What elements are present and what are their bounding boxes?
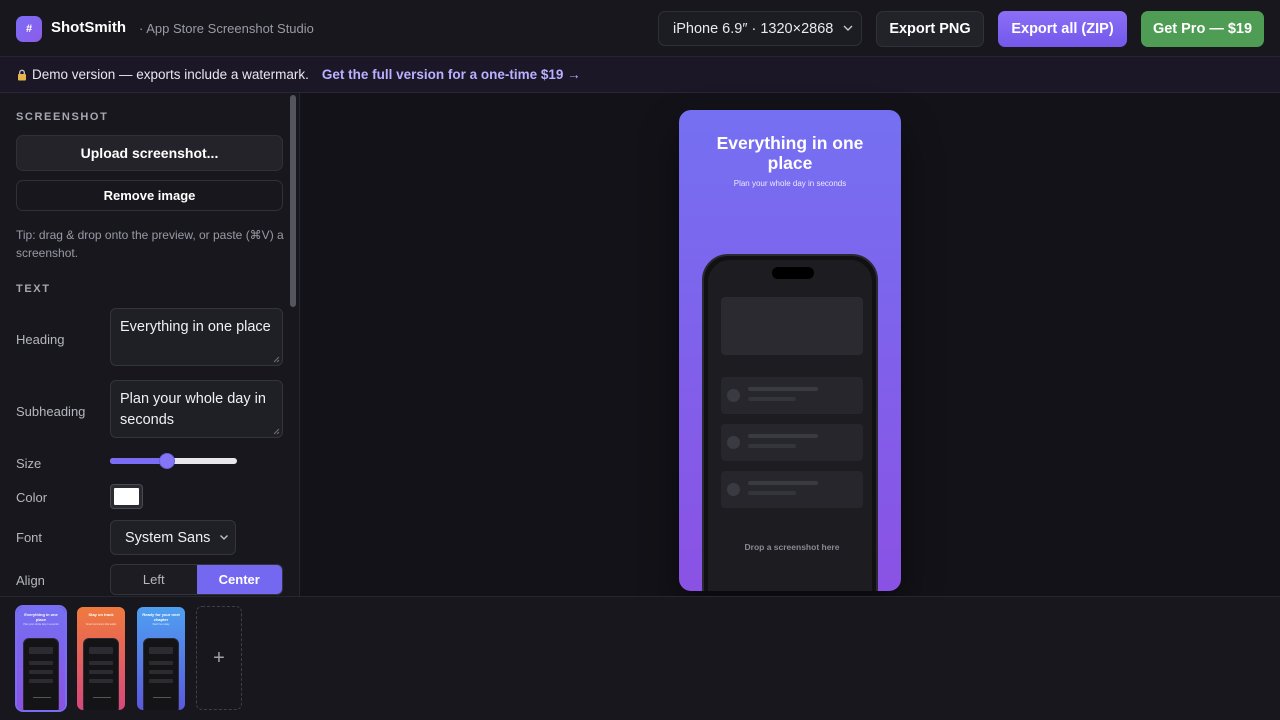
demo-note: Demo version — exports include a waterma… [32,67,309,82]
placeholder-line [748,434,818,438]
screenshot-section-title: SCREENSHOT [16,111,109,123]
placeholder-line [748,491,796,495]
resize-handle-icon[interactable] [273,356,280,363]
placeholder-row [721,424,863,461]
text-color-swatch [114,488,139,505]
thumbnail-subheading: Start free today [152,623,170,626]
remove-image-button[interactable]: Remove image [16,180,283,211]
placeholder-avatar [727,389,740,402]
thumbnail-placeholder [33,697,51,698]
align-label: Align [16,573,45,588]
placeholder-line [748,481,818,485]
thumbnail-placeholder [29,670,53,674]
lock-icon [18,69,26,80]
preview-heading: Everything in one place [716,133,864,173]
thumbnail-placeholder [89,647,113,654]
thumbnail-placeholder [149,679,173,683]
placeholder-avatar [727,436,740,449]
font-label: Font [16,530,43,545]
export-all-zip-button[interactable]: Export all (ZIP) [998,11,1127,47]
align-left-option[interactable]: Left [111,565,197,594]
thumbnail-placeholder [89,661,113,665]
thumbnail-placeholder [89,670,113,674]
thumbnail-subheading: Plan your whole day in seconds [23,623,59,626]
device-size-select[interactable]: iPhone 6.9″ · 1320×2868 [658,11,862,46]
size-slider[interactable] [110,453,237,469]
phone-screen: Drop a screenshot here [708,260,872,591]
heading-label: Heading [16,332,65,347]
drop-screenshot-hint[interactable]: Drop a screenshot here [708,542,872,552]
placeholder-row [721,377,863,414]
thumbnail-heading: Stay on track [88,612,114,617]
subheading-input-value: Plan your whole day in seconds [120,391,266,428]
text-section-title: TEXT [16,283,51,295]
demo-banner: Demo version — exports include a waterma… [0,57,1280,93]
size-label: Size [16,456,42,471]
chevron-down-icon [220,535,228,540]
phone-notch [772,267,814,279]
add-slide-button[interactable]: + [196,606,242,710]
thumbnail-placeholder [29,661,53,665]
export-png-button[interactable]: Export PNG [876,11,984,47]
thumbnail-phone [83,638,119,710]
upload-tip: Tip: drag & drop onto the preview, or pa… [16,228,284,260]
heading-input[interactable]: Everything in one place [110,308,283,366]
heading-input-value: Everything in one place [120,319,271,335]
subheading-input[interactable]: Plan your whole day in seconds [110,380,283,438]
thumbnail-heading: Ready for your next chapter [142,612,180,622]
placeholder-line [748,397,796,401]
thumbnail-subheading: Smart reminders that adapt [85,623,117,626]
placeholder-line [748,387,818,391]
thumbnail-phone [143,638,179,710]
font-select[interactable]: System Sans [110,520,236,555]
placeholder-line [748,444,796,448]
sidebar-scrollbar[interactable] [290,95,296,307]
top-bar: # ShotSmith · App Store Screenshot Studi… [0,0,1280,57]
get-pro-button[interactable]: Get Pro — $19 [1141,11,1264,47]
app-logo: # [16,16,42,42]
font-select-value: System Sans [125,529,211,546]
slide-thumbnail[interactable]: Stay on track Smart reminders that adapt [77,607,125,710]
subheading-label: Subheading [16,404,86,419]
thumbnail-placeholder [29,647,53,654]
align-center-option[interactable]: Center [196,565,282,594]
upload-screenshot-button[interactable]: Upload screenshot... [16,135,283,171]
phone-frame: Drop a screenshot here [702,254,878,591]
thumbnail-heading: Everything in one place [24,612,58,622]
thumbnail-placeholder [93,697,111,698]
full-version-link[interactable]: Get the full version for a one-time $19 … [322,67,581,82]
resize-handle-icon[interactable] [273,428,280,435]
align-toggle-group: Left Center [110,564,283,595]
placeholder-avatar [727,483,740,496]
thumbnail-phone [23,638,59,710]
device-size-value: iPhone 6.9″ · 1320×2868 [673,20,834,37]
chevron-down-icon [843,25,853,31]
screenshot-preview[interactable]: Everything in one place Plan your whole … [679,110,901,591]
color-label: Color [16,490,48,505]
placeholder-card [721,297,863,355]
thumbnail-placeholder [29,679,53,683]
slide-thumbnail[interactable]: Everything in one place Plan your whole … [15,605,67,712]
placeholder-row [721,471,863,508]
app-tagline: · App Store Screenshot Studio [139,21,314,36]
thumbnail-placeholder [149,670,173,674]
app-name: ShotSmith [51,19,126,36]
thumbnail-placeholder [89,679,113,683]
slide-thumbnail[interactable]: Ready for your next chapter Start free t… [137,607,185,710]
thumbnail-placeholder [149,661,173,665]
preview-subheading: Plan your whole day in seconds [733,179,847,188]
thumbnail-placeholder [149,647,173,654]
text-color-picker[interactable] [110,484,143,509]
thumbnail-placeholder [153,697,171,698]
slides-filmstrip [0,596,1280,720]
